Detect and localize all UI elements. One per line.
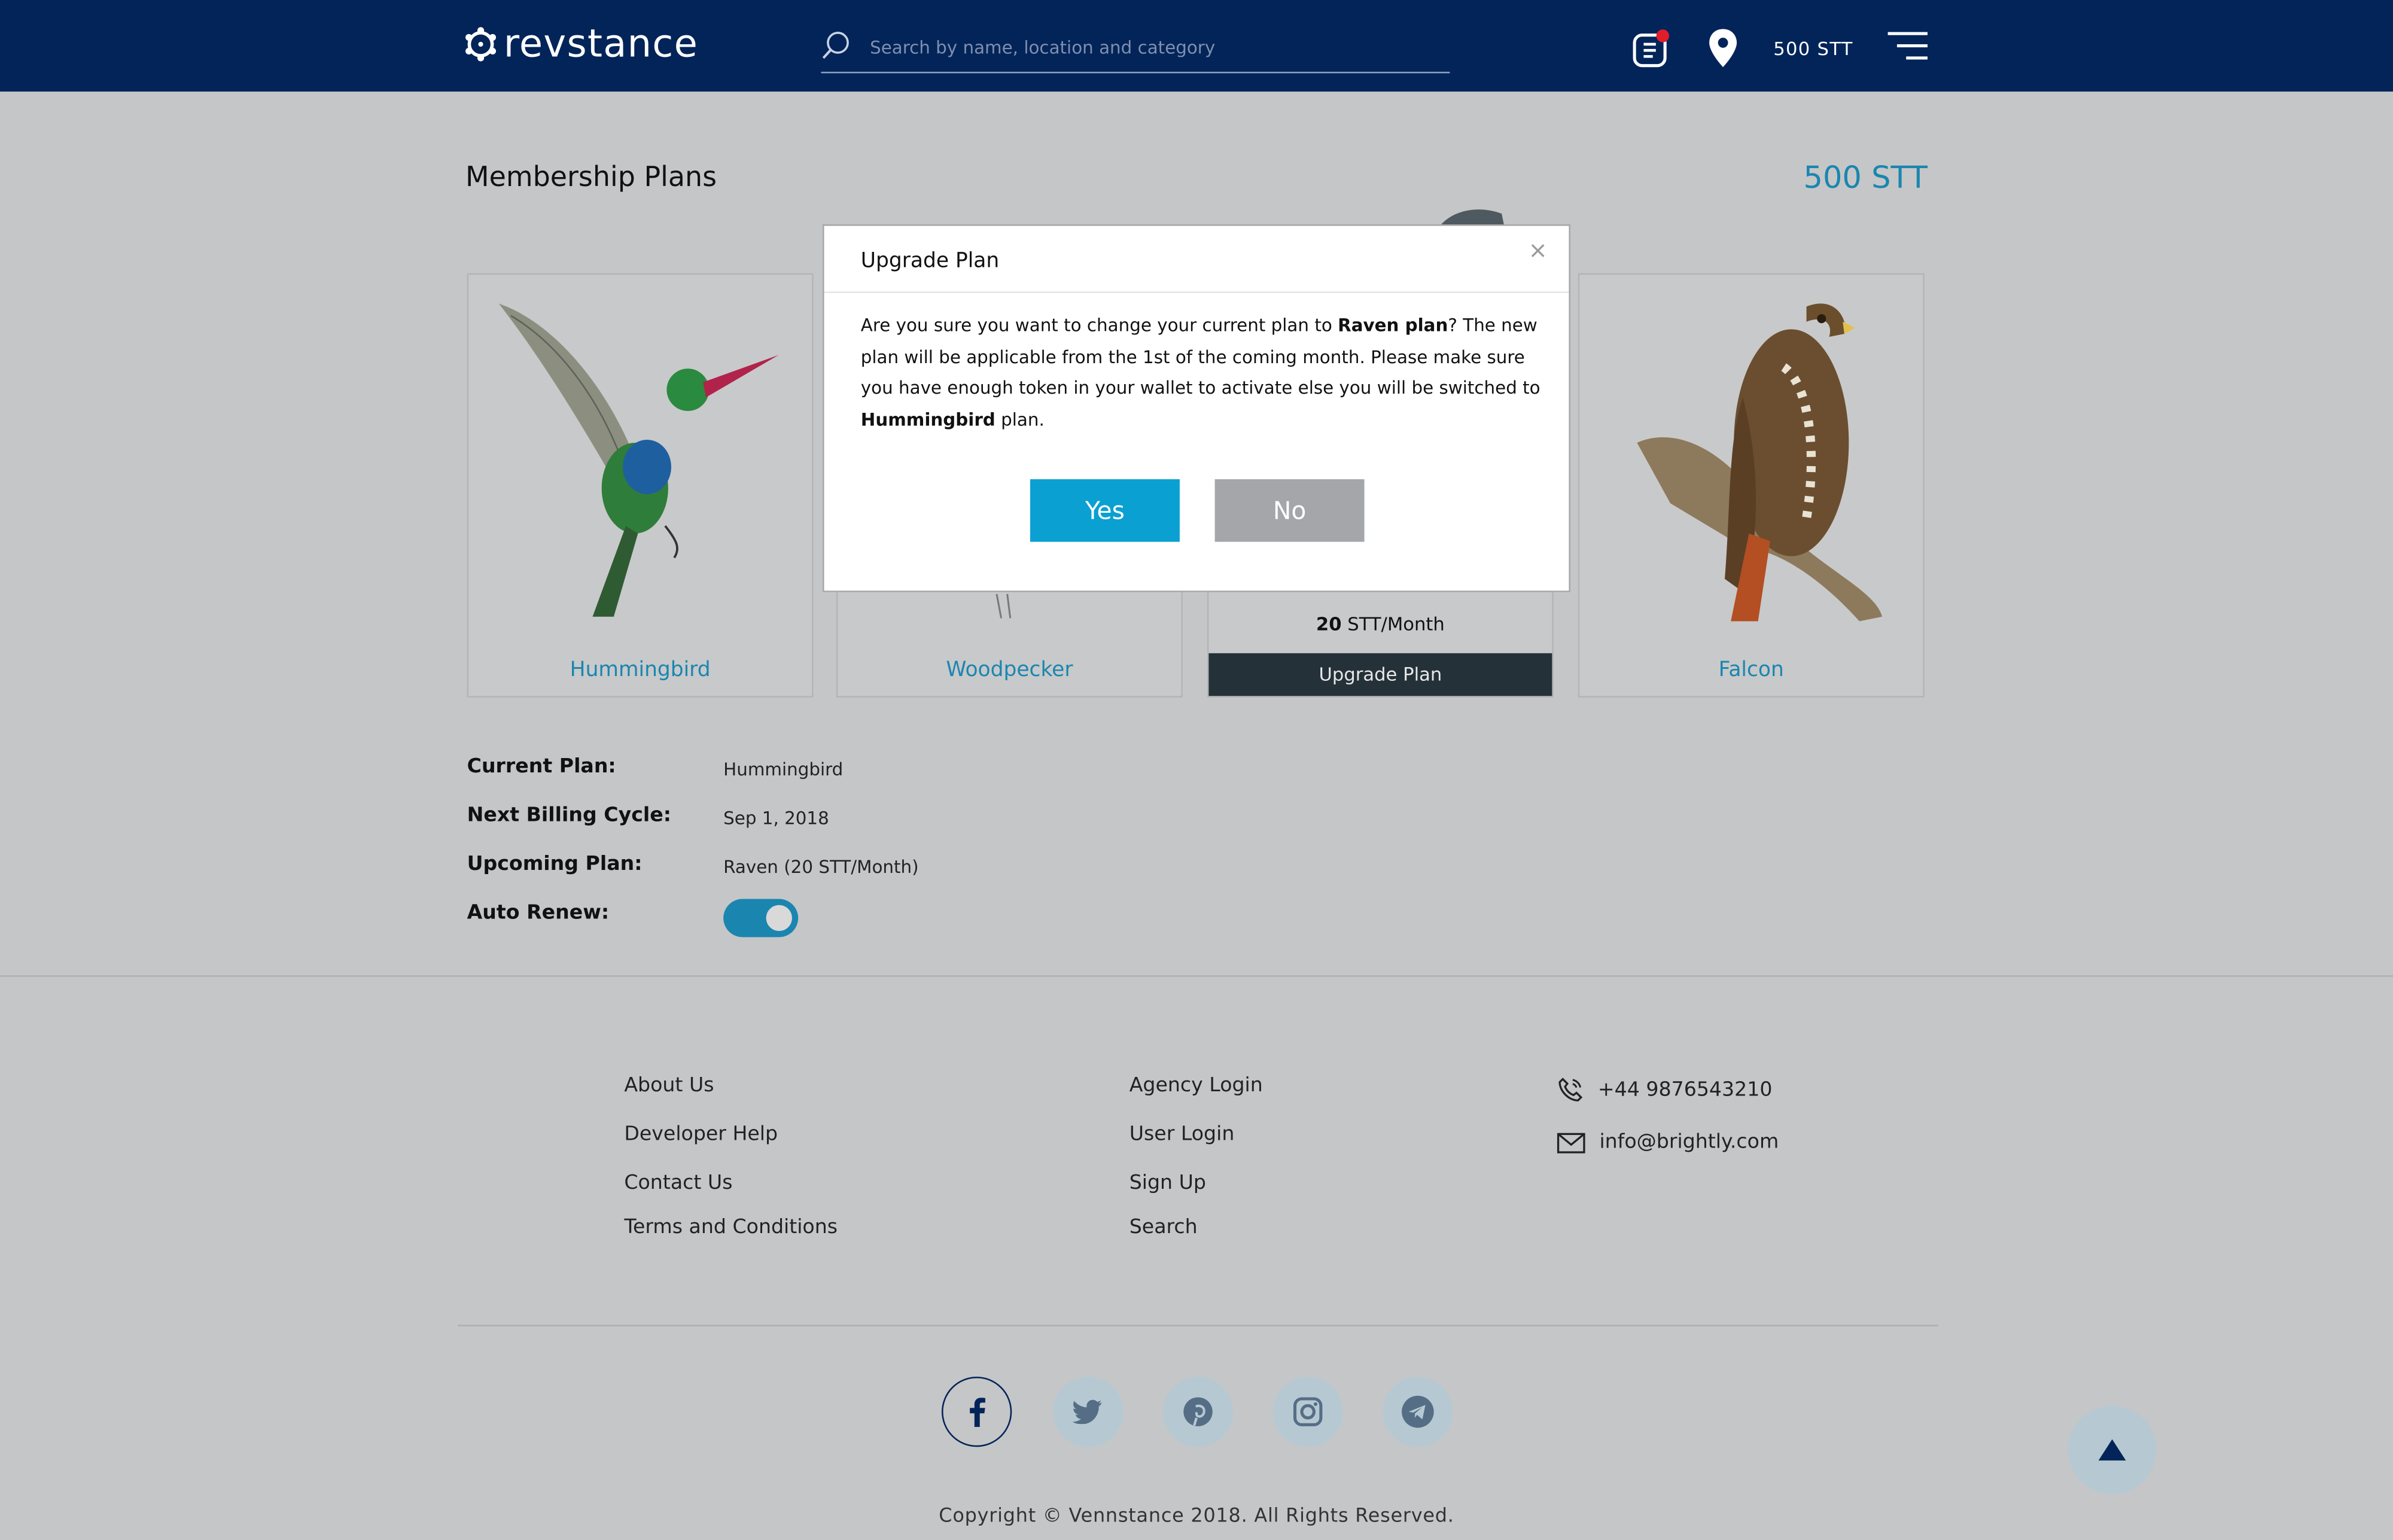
phone-number: +44 9876543210	[1597, 1078, 1773, 1101]
top-navbar: revstance 500 STT	[0, 0, 2393, 92]
upcoming-plan-label: Upcoming Plan:	[467, 853, 643, 876]
footer-link-search[interactable]: Search	[1129, 1216, 1198, 1239]
plan-card-hummingbird[interactable]: Hummingbird	[467, 273, 814, 698]
footer-link-terms[interactable]: Terms and Conditions	[624, 1216, 838, 1239]
footer-divider	[458, 1325, 1938, 1326]
plan-card-falcon[interactable]: Falcon	[1578, 273, 1925, 698]
email-address: info@brightly.com	[1599, 1131, 1779, 1154]
footer-link-sign-up[interactable]: Sign Up	[1129, 1172, 1206, 1195]
twitter-icon[interactable]	[1053, 1377, 1124, 1447]
next-billing-label: Next Billing Cycle:	[467, 804, 672, 827]
instagram-icon[interactable]	[1272, 1377, 1343, 1447]
footer-link-user-login[interactable]: User Login	[1129, 1124, 1235, 1146]
logo[interactable]: revstance	[464, 22, 699, 66]
notification-icon[interactable]	[1631, 29, 1671, 75]
falcon-image	[1637, 303, 1882, 622]
target-plan: Raven plan	[1338, 314, 1448, 336]
hummingbird-image	[498, 303, 779, 617]
footer-link-developer-help[interactable]: Developer Help	[624, 1124, 778, 1146]
plan-name: Falcon	[1718, 658, 1784, 683]
footer-phone[interactable]: +44 9876543210	[1557, 1076, 1772, 1103]
fallback-plan: Hummingbird	[860, 408, 995, 430]
page-title: Membership Plans	[465, 162, 717, 194]
pinterest-icon[interactable]	[1162, 1377, 1234, 1447]
current-plan-value: Hummingbird	[723, 758, 844, 780]
search-input[interactable]	[866, 31, 1438, 65]
logo-text: revstance	[503, 21, 699, 66]
arrow-up-icon	[2098, 1439, 2126, 1461]
telegram-icon[interactable]	[1383, 1377, 1453, 1447]
location-pin-icon[interactable]	[1708, 28, 1739, 75]
footer-email[interactable]: info@brightly.com	[1557, 1131, 1779, 1154]
upcoming-plan-value: Raven (20 STT/Month)	[723, 856, 919, 878]
upgrade-plan-button[interactable]: Upgrade Plan	[1208, 653, 1552, 696]
plan-price: 20 STT/Month	[1316, 613, 1445, 635]
hamburger-menu-icon[interactable]	[1887, 31, 1928, 61]
copyright-text: Copyright © Vennstance 2018. All Rights …	[939, 1503, 1454, 1526]
no-button[interactable]: No	[1214, 479, 1365, 542]
upgrade-plan-modal: Upgrade Plan × Are you sure you want to …	[822, 224, 1570, 592]
yes-button[interactable]: Yes	[1030, 479, 1180, 542]
footer-separator	[0, 975, 2393, 977]
mail-icon	[1557, 1132, 1585, 1153]
auto-renew-toggle[interactable]	[723, 899, 799, 938]
search-bar	[821, 28, 1450, 74]
header-balance: 500 STT	[1773, 38, 1853, 60]
current-plan-label: Current Plan:	[467, 755, 616, 779]
plan-name: Woodpecker	[946, 658, 1073, 683]
auto-renew-label: Auto Renew:	[467, 902, 610, 925]
footer-link-agency-login[interactable]: Agency Login	[1129, 1075, 1263, 1097]
footer-link-contact-us[interactable]: Contact Us	[624, 1172, 732, 1195]
toggle-knob	[766, 905, 792, 932]
next-billing-value: Sep 1, 2018	[723, 807, 829, 829]
footer-link-about-us[interactable]: About Us	[624, 1075, 714, 1097]
scroll-to-top-button[interactable]	[2068, 1405, 2157, 1495]
modal-header: Upgrade Plan ×	[824, 226, 1569, 293]
search-icon[interactable]	[821, 31, 851, 61]
close-icon[interactable]: ×	[1519, 235, 1557, 266]
phone-icon	[1558, 1078, 1583, 1101]
modal-message: Are you sure you want to change your cur…	[860, 314, 1540, 430]
logo-icon	[465, 26, 497, 61]
modal-title: Upgrade Plan	[860, 248, 1000, 273]
plan-name: Hummingbird	[570, 658, 711, 683]
wallet-balance: 500 STT	[1803, 159, 1928, 196]
facebook-icon[interactable]	[941, 1377, 1012, 1447]
